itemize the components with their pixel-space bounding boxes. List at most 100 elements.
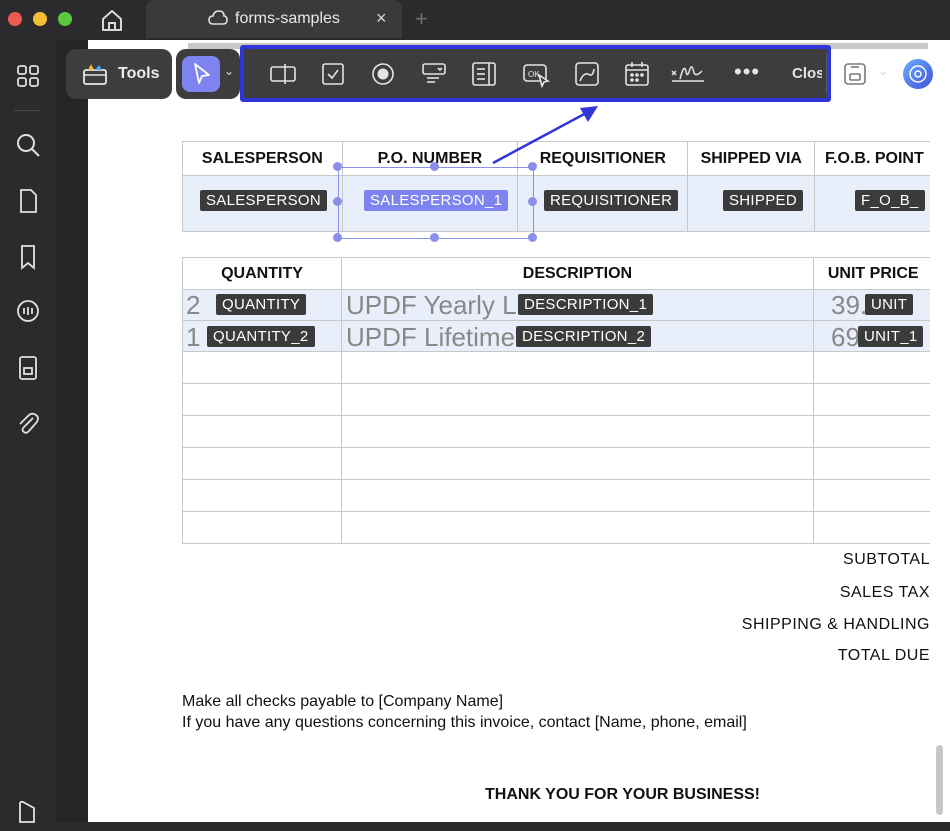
close-window-button[interactable]: [8, 12, 22, 26]
zoom-window-button[interactable]: [58, 12, 72, 26]
form-field-shipped[interactable]: SHIPPED: [723, 190, 803, 211]
resize-handle[interactable]: [528, 197, 537, 206]
resize-handle[interactable]: [528, 233, 537, 242]
close-form-editing-button[interactable]: Close: [792, 65, 822, 82]
table-cell[interactable]: [181, 447, 343, 480]
apps-icon[interactable]: [14, 62, 42, 90]
scrollbar-track[interactable]: [930, 40, 950, 822]
table-cell[interactable]: [181, 351, 343, 384]
table-cell[interactable]: [181, 383, 343, 416]
annotation-arrow: [492, 106, 598, 165]
table-cell[interactable]: [812, 511, 930, 544]
header-description: DESCRIPTION: [341, 257, 814, 290]
table-cell[interactable]: [341, 511, 814, 544]
more-tools-icon[interactable]: •••: [734, 59, 760, 85]
header-salesperson: SALESPERSON: [182, 141, 343, 176]
checkbox-icon[interactable]: [318, 59, 348, 89]
select-tool-caret[interactable]: ⌄: [224, 64, 234, 78]
image-field-icon[interactable]: [572, 59, 602, 89]
scrollbar-thumb[interactable]: [936, 745, 943, 815]
select-tool-button[interactable]: [182, 56, 220, 92]
document-page[interactable]: SALESPERSON P.O. NUMBER REQUISITIONER SH…: [88, 40, 930, 822]
header-fob-point: F.O.B. POINT: [814, 141, 930, 176]
table-cell[interactable]: [341, 415, 814, 448]
table-cell[interactable]: [812, 447, 930, 480]
cursor-arrow-icon: [194, 63, 210, 84]
subtotal-label: SUBTOTAL: [843, 551, 930, 568]
cloud-icon: [208, 10, 228, 31]
page-icon[interactable]: [14, 187, 42, 215]
comment-icon[interactable]: [14, 298, 42, 326]
table-cell[interactable]: [341, 351, 814, 384]
bookmark-icon[interactable]: [14, 243, 42, 271]
title-bar: forms-samples × +: [0, 0, 950, 40]
field-selection-box[interactable]: [338, 167, 534, 239]
form-field-description[interactable]: DESCRIPTION_2: [516, 326, 652, 347]
form-field-requisitioner[interactable]: REQUISITIONER: [544, 190, 679, 211]
table-cell[interactable]: [812, 383, 930, 416]
form-field-quantity[interactable]: QUANTITY: [216, 294, 307, 315]
resize-handle[interactable]: [430, 162, 439, 171]
resize-handle[interactable]: [333, 197, 342, 206]
sales-tax-label: SALES TAX: [839, 584, 930, 601]
search-icon[interactable]: [14, 131, 42, 159]
header-shipped-via: SHIPPED VIA: [687, 141, 816, 176]
quantity-value: 2: [186, 290, 201, 320]
table-cell[interactable]: [341, 383, 814, 416]
save-caret[interactable]: ⌄: [878, 64, 888, 78]
description-value: UPDF Yearly L: [346, 290, 517, 320]
select-tool-group: ⌄: [176, 49, 240, 99]
payment-note: Make all checks payable to [Company Name…: [182, 693, 504, 710]
quantity-value: 1: [186, 322, 201, 352]
ai-assistant-icon[interactable]: [903, 59, 933, 89]
toolbar-divider: [826, 53, 827, 93]
list-box-icon[interactable]: [469, 59, 499, 89]
header-quantity: QUANTITY: [181, 257, 343, 290]
resize-handle[interactable]: [333, 162, 342, 171]
unit-price-value: 69: [831, 322, 860, 352]
table-cell[interactable]: [181, 415, 343, 448]
resize-handle[interactable]: [333, 233, 342, 242]
form-field-quantity[interactable]: QUANTITY_2: [207, 326, 315, 347]
date-field-icon[interactable]: [622, 59, 652, 89]
form-field-unit[interactable]: UNIT_1: [858, 326, 924, 347]
organize-icon[interactable]: [14, 354, 42, 382]
tab-title: forms-samples: [235, 10, 340, 27]
resize-handle[interactable]: [430, 233, 439, 242]
document-tab[interactable]: forms-samples ×: [146, 0, 402, 38]
table-cell[interactable]: [181, 511, 343, 544]
minimize-window-button[interactable]: [33, 12, 47, 26]
radio-button-icon[interactable]: [368, 59, 398, 89]
tab-close-icon[interactable]: ×: [376, 8, 387, 29]
dropdown-icon[interactable]: [419, 59, 449, 89]
sidebar-divider: [14, 110, 40, 111]
thank-you-text: THANK YOU FOR YOUR BUSINESS!: [485, 786, 760, 803]
table-cell[interactable]: [812, 479, 930, 512]
signature-icon[interactable]: [670, 59, 706, 89]
attachment-icon[interactable]: [14, 409, 42, 437]
text-field-icon[interactable]: [268, 59, 298, 89]
save-icon[interactable]: [842, 61, 868, 92]
left-sidebar: [0, 40, 56, 823]
form-field-salesperson[interactable]: SALESPERSON: [200, 190, 328, 211]
form-tools-bar: OK ••• Close: [240, 45, 831, 102]
table-cell[interactable]: [341, 447, 814, 480]
shipping-handling-label: SHIPPING & HANDLING: [741, 616, 930, 633]
new-tab-icon[interactable]: +: [415, 6, 428, 32]
form-field-fob[interactable]: F_O_B_: [855, 190, 925, 211]
form-field-unit[interactable]: UNIT: [865, 294, 914, 315]
home-icon[interactable]: [98, 6, 126, 34]
tools-label: Tools: [118, 65, 160, 82]
tools-button[interactable]: Tools: [66, 49, 172, 99]
description-value: UPDF Lifetime: [346, 322, 516, 352]
button-icon[interactable]: OK: [521, 59, 551, 89]
table-cell[interactable]: [181, 479, 343, 512]
table-cell[interactable]: [341, 479, 814, 512]
table-cell[interactable]: [812, 415, 930, 448]
form-field-description[interactable]: DESCRIPTION_1: [518, 294, 654, 315]
table-cell[interactable]: [812, 351, 930, 384]
contact-note: If you have any questions concerning thi…: [182, 714, 747, 731]
sidebar-panel-gutter: [56, 40, 88, 822]
unit-price-value: 39.: [831, 290, 868, 320]
total-due-label: TOTAL DUE: [837, 647, 930, 664]
